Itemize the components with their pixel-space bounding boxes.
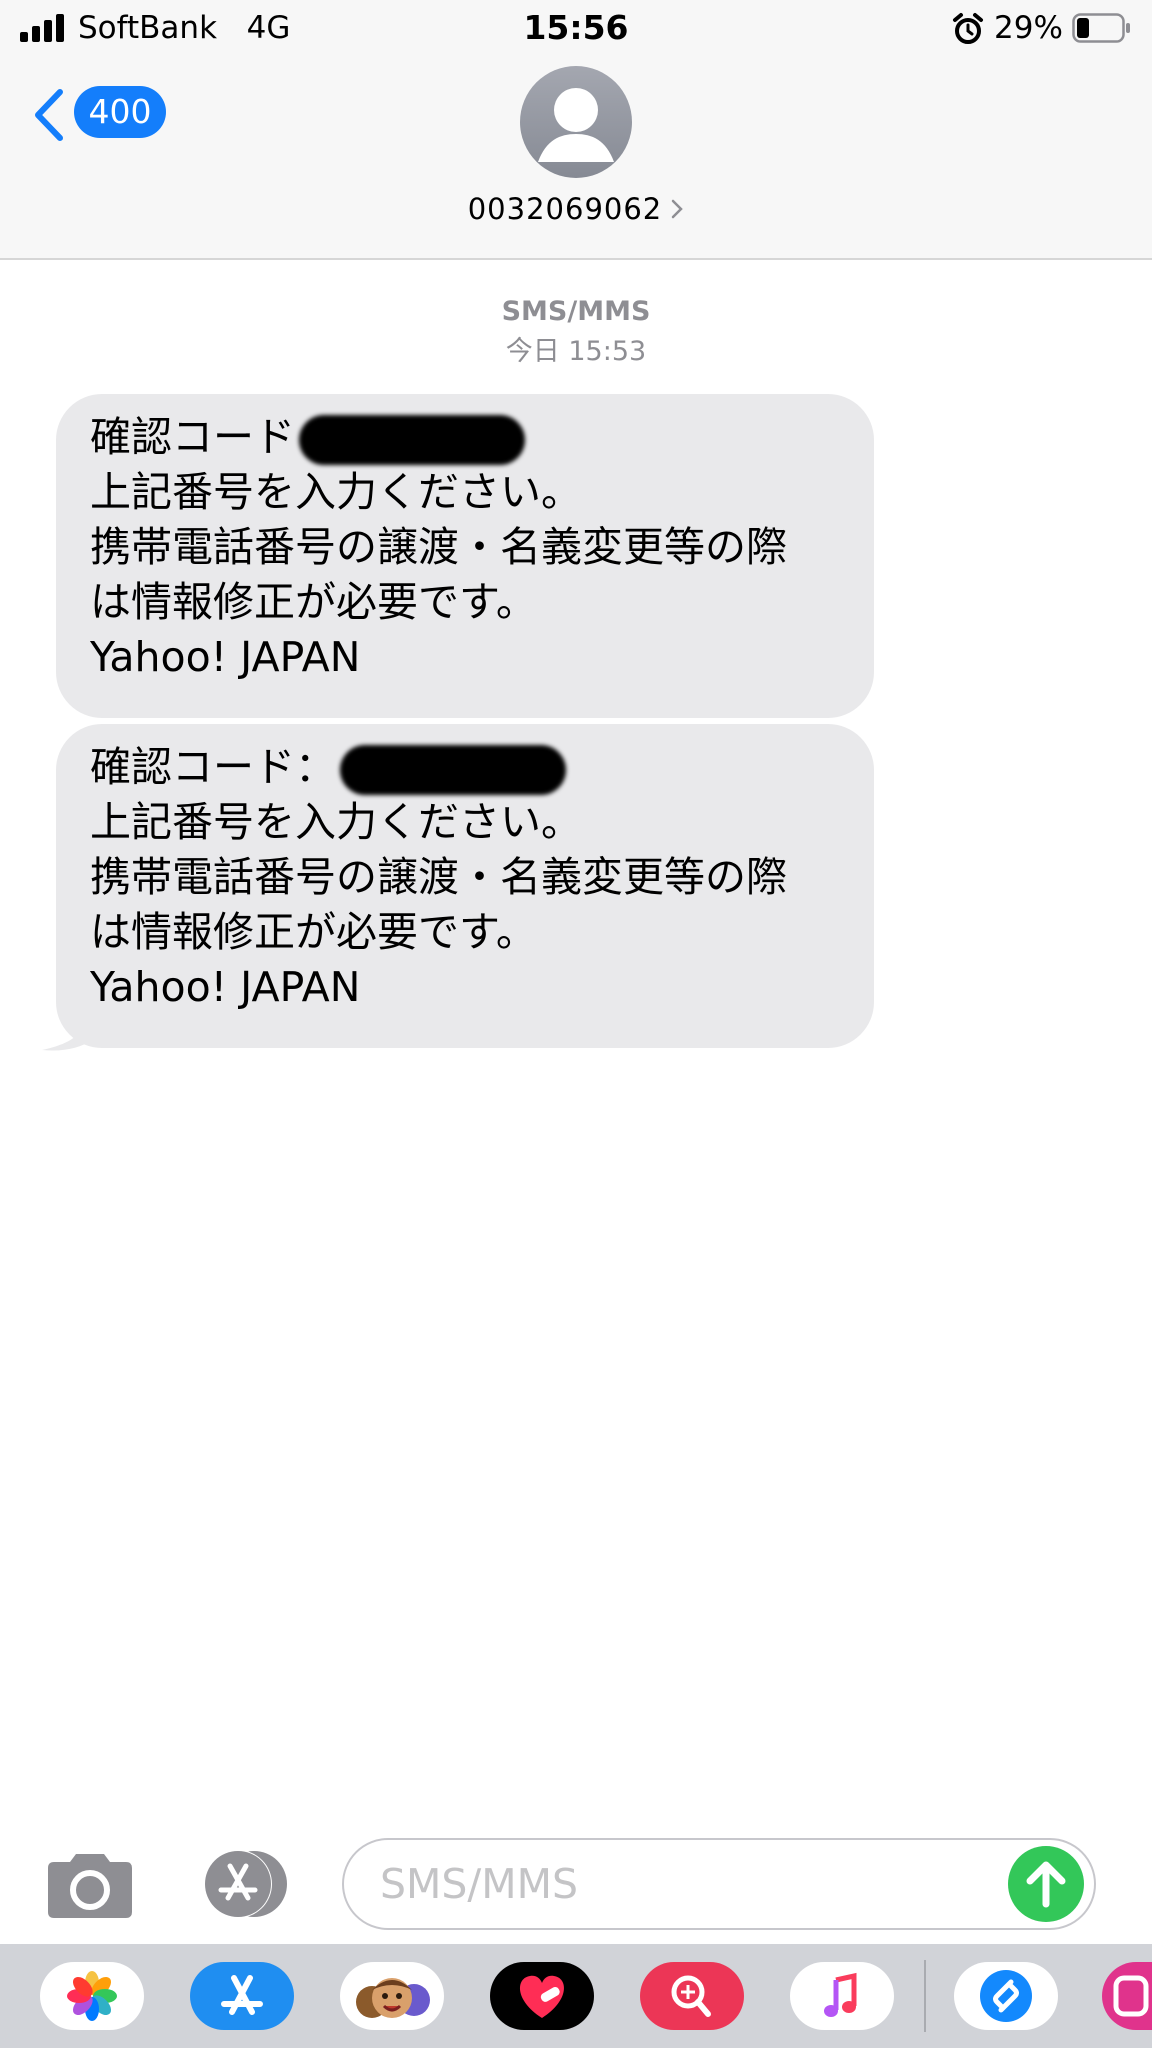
thread-metadata: SMS/MMS 今日 15:53	[0, 296, 1152, 368]
app-store-button-icon[interactable]	[194, 1848, 292, 1920]
message-bubble[interactable]: 確認コード： 上記番号を入力ください。 携帯電話番号の譲渡・名義変更等の際 は情…	[56, 724, 874, 1048]
bubble-tail	[42, 1010, 92, 1051]
shazam-icon[interactable]	[954, 1962, 1058, 2030]
message-sender-signature: Yahoo! JAPAN	[90, 633, 361, 681]
message-line: 携帯電話番号の譲渡・名義変更等の際	[90, 853, 787, 901]
message-line: は情報修正が必要です。	[90, 908, 537, 956]
message-line: 上記番号を入力ください。	[90, 468, 582, 516]
memoji-icon[interactable]	[340, 1962, 444, 2030]
app-store-icon[interactable]	[190, 1962, 294, 2030]
battery-icon	[1072, 13, 1130, 43]
photos-icon[interactable]	[40, 1962, 144, 2030]
message-line-code: 確認コード：	[90, 740, 844, 795]
message-timestamp: 今日 15:53	[505, 336, 647, 367]
arrow-up-icon	[1026, 1861, 1066, 1908]
message-bubble[interactable]: 確認コード 上記番号を入力ください。 携帯電話番号の譲渡・名義変更等の際 は情報…	[56, 394, 874, 718]
conversation-header: SoftBank 4G 15:56 29% 400 0032069062	[0, 0, 1152, 260]
chevron-left-icon	[35, 89, 63, 141]
person-silhouette-icon	[538, 88, 614, 162]
contact-number: 0032069062	[467, 192, 663, 226]
message-input[interactable]: SMS/MMS	[342, 1838, 1096, 1930]
code-label: 確認コード	[90, 413, 295, 461]
heart-app-icon[interactable]	[490, 1962, 594, 2030]
message-input-placeholder: SMS/MMS	[380, 1860, 579, 1908]
camera-icon[interactable]	[46, 1848, 134, 1920]
back-button[interactable]: 400	[30, 82, 170, 144]
contact-details-button[interactable]: 0032069062	[0, 192, 1152, 226]
unread-count-badge: 400	[74, 86, 166, 138]
send-button[interactable]	[1008, 1846, 1084, 1922]
status-bar: SoftBank 4G 15:56 29%	[0, 0, 1152, 60]
drawer-divider	[924, 1960, 926, 2032]
code-label: 確認コード：	[90, 743, 336, 791]
search-app-icon[interactable]	[640, 1962, 744, 2030]
message-line: 携帯電話番号の譲渡・名義変更等の際	[90, 523, 787, 571]
chevron-right-icon	[672, 199, 684, 219]
message-sender-signature: Yahoo! JAPAN	[90, 963, 361, 1011]
redacted-code	[340, 745, 566, 795]
contact-avatar[interactable]	[520, 66, 632, 178]
battery-percent: 29%	[994, 10, 1063, 46]
message-line-code: 確認コード	[90, 410, 844, 465]
imessage-app-drawer	[0, 1944, 1152, 2048]
alarm-icon	[953, 13, 983, 44]
service-label: SMS/MMS	[501, 296, 651, 327]
partial-app-icon[interactable]	[1102, 1962, 1152, 2030]
redacted-code	[299, 415, 525, 465]
message-line: は情報修正が必要です。	[90, 578, 537, 626]
music-icon[interactable]	[790, 1962, 894, 2030]
message-line: 上記番号を入力ください。	[90, 798, 582, 846]
